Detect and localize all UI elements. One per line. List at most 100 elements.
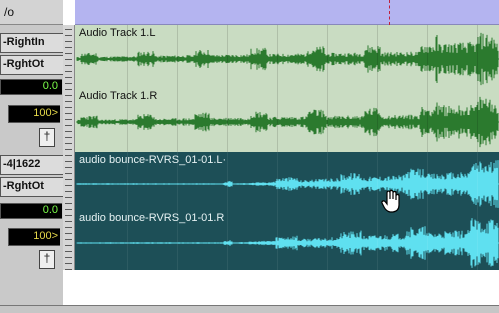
output-selector-label: -RghtOt	[3, 58, 44, 70]
track-name: Audio Track 1.L	[79, 27, 156, 39]
grid-line	[277, 88, 278, 152]
ruler-tick	[65, 83, 72, 84]
empty-track-area[interactable]	[75, 270, 499, 305]
ruler-tick	[65, 71, 72, 72]
grid-line	[327, 88, 328, 152]
grid-line	[177, 88, 178, 152]
input-selector-label: -4|1622	[3, 158, 41, 170]
ruler-tick	[65, 41, 72, 42]
ruler-tick	[65, 209, 72, 210]
ruler-tick	[65, 185, 72, 186]
ruler-tick	[65, 95, 72, 96]
ruler-tick	[65, 203, 72, 204]
ruler-tick	[65, 227, 72, 228]
ruler-tick	[65, 245, 72, 246]
grid-line	[327, 210, 328, 270]
ruler-tick	[65, 173, 72, 174]
ruler-tick	[65, 215, 72, 216]
track-height-ruler	[63, 25, 75, 270]
ruler-tick	[65, 179, 72, 180]
output-selector[interactable]: -RghtOt	[0, 177, 63, 197]
input-selector[interactable]: -RightIn	[0, 33, 63, 53]
track-lane[interactable]: Audio Track 1.L	[75, 25, 499, 89]
ruler-tick	[65, 263, 72, 264]
ruler-tick	[65, 257, 72, 258]
track-lane[interactable]: Audio Track 1.R	[75, 88, 499, 153]
ruler-tick	[65, 137, 72, 138]
empty-io-area	[0, 270, 63, 305]
pan-readout[interactable]: 100>	[8, 228, 60, 246]
grabber-hand-icon	[381, 189, 403, 214]
grid-line	[227, 210, 228, 270]
grid-line	[477, 25, 478, 88]
grid-line	[477, 88, 478, 152]
ruler-tick	[65, 29, 72, 30]
track-lane[interactable]: audio bounce-RVRS_01-01.R	[75, 210, 499, 271]
horizontal-scrollbar[interactable]	[0, 305, 499, 313]
grid-line	[227, 25, 228, 88]
grid-line	[427, 210, 428, 270]
ruler-tick	[65, 251, 72, 252]
ruler-tick	[65, 113, 72, 114]
io-header-label: /o	[4, 5, 15, 19]
ruler-tick	[65, 35, 72, 36]
record-enable-button[interactable]: †	[39, 250, 55, 269]
ruler-tick	[65, 197, 72, 198]
ruler-tick	[65, 149, 72, 150]
ruler-tick	[65, 125, 72, 126]
ruler-tick	[65, 101, 72, 102]
ruler-tick	[65, 233, 72, 234]
playhead-marker[interactable]	[389, 0, 391, 25]
record-enable-button[interactable]: †	[39, 128, 55, 147]
track-lane[interactable]: audio bounce-RVRS_01-01.L·	[75, 152, 499, 211]
grid-line	[377, 88, 378, 152]
grid-line	[377, 152, 378, 210]
pan-value: 100>	[33, 230, 58, 242]
grid-line	[327, 25, 328, 88]
ruler-tick	[65, 53, 72, 54]
ruler-tick	[65, 131, 72, 132]
grid-line	[427, 88, 428, 152]
track-name: audio bounce-RVRS_01-01.L·	[79, 154, 227, 166]
volume-value: 0.0	[42, 80, 58, 92]
ruler-tick	[65, 161, 72, 162]
ruler-tick	[65, 191, 72, 192]
grid-line	[377, 25, 378, 88]
track-io-column: -RightIn -RghtOt 0.0 100> † -4|1622 -Rgh…	[0, 25, 63, 270]
track-name: Audio Track 1.R	[79, 90, 158, 102]
grid-line	[277, 25, 278, 88]
timeline-ruler[interactable]	[75, 0, 499, 25]
grid-line	[277, 152, 278, 210]
grid-line	[277, 210, 278, 270]
input-selector[interactable]: -4|1622	[0, 155, 63, 175]
volume-readout[interactable]: 0.0	[0, 79, 62, 95]
grid-line	[227, 152, 228, 210]
grid-line	[227, 88, 228, 152]
pan-readout[interactable]: 100>	[8, 105, 60, 123]
grid-line	[477, 152, 478, 210]
output-selector-label: -RghtOt	[3, 180, 44, 192]
ruler-tick	[65, 89, 72, 90]
ruler-tick	[65, 221, 72, 222]
io-column-header: /o	[0, 0, 63, 25]
ruler-tick	[65, 77, 72, 78]
ruler-tick	[65, 47, 72, 48]
track-name: audio bounce-RVRS_01-01.R	[79, 212, 225, 224]
ruler-tick	[65, 65, 72, 66]
grid-line	[477, 210, 478, 270]
output-selector[interactable]: -RghtOt	[0, 55, 63, 75]
grid-line	[377, 210, 378, 270]
ruler-tick	[65, 239, 72, 240]
ruler-tick	[65, 107, 72, 108]
record-icon: †	[43, 251, 51, 265]
pan-value: 100>	[33, 107, 58, 119]
volume-readout[interactable]: 0.0	[0, 203, 62, 219]
volume-value: 0.0	[42, 204, 58, 216]
grid-line	[327, 152, 328, 210]
ruler-tick	[65, 59, 72, 60]
ruler-tick	[65, 269, 72, 270]
record-icon: †	[43, 129, 51, 143]
ruler-tick	[65, 119, 72, 120]
grid-line	[177, 25, 178, 88]
input-selector-label: -RightIn	[3, 36, 45, 48]
